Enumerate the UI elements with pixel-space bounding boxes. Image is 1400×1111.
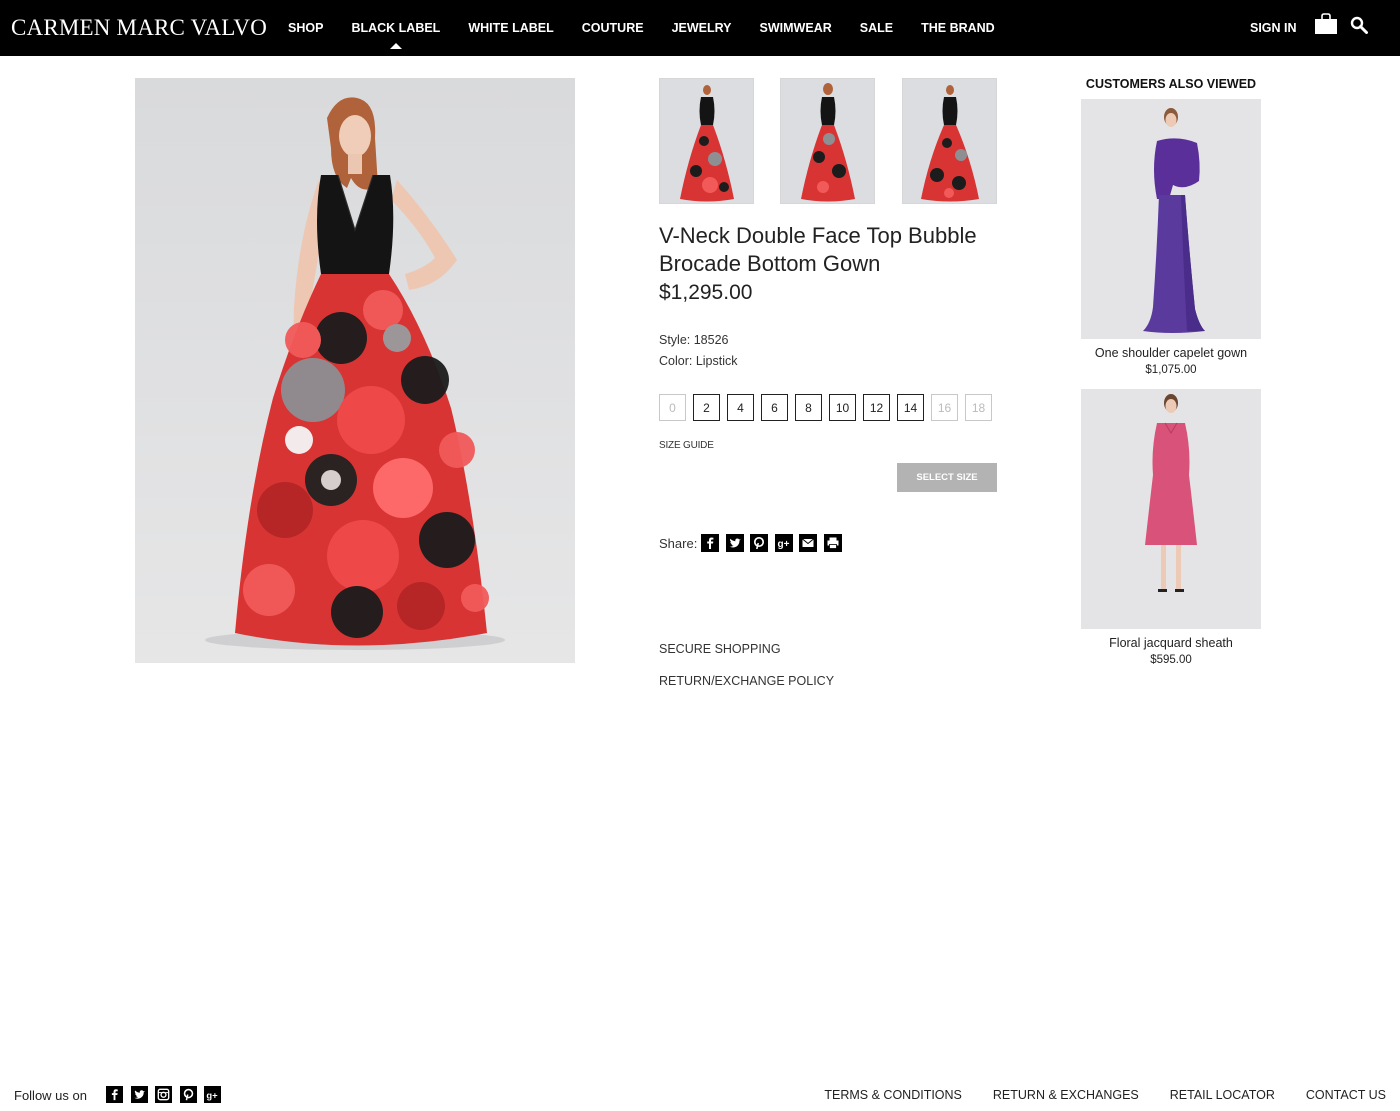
main-nav: SHOP BLACK LABEL WHITE LABEL COUTURE JEW… [288, 0, 1023, 56]
recommended-item-image-2[interactable] [1081, 389, 1261, 629]
size-option-8[interactable]: 8 [795, 394, 822, 421]
recommended-item-image-1[interactable] [1081, 99, 1261, 339]
email-icon[interactable] [799, 534, 817, 552]
search-icon[interactable] [1350, 16, 1368, 34]
product-title: V-Neck Double Face Top Bubble Brocade Bo… [659, 223, 977, 276]
gown-model-illustration [135, 78, 575, 663]
return-policy-link[interactable]: RETURN/EXCHANGE POLICY [659, 674, 834, 688]
thumbnail-side[interactable] [902, 78, 997, 204]
recommended-item-name-2[interactable]: Floral jacquard sheath [1061, 636, 1281, 650]
pinterest-icon[interactable] [179, 1086, 197, 1103]
recommended-item-price-2: $595.00 [1150, 654, 1192, 666]
size-option-18: 18 [965, 394, 992, 421]
product-color: Color: Lipstick [659, 354, 738, 368]
nav-black-label[interactable]: BLACK LABEL [351, 21, 440, 49]
print-icon[interactable] [823, 534, 842, 552]
size-option-4[interactable]: 4 [727, 394, 754, 421]
shopping-bag-icon[interactable] [1314, 13, 1338, 35]
size-guide-link[interactable]: SIZE GUIDE [659, 440, 714, 451]
nav-sale[interactable]: SALE [860, 21, 893, 35]
top-navigation-bar: CARMEN MARC VALVO SHOP BLACK LABEL WHITE… [0, 0, 1400, 56]
size-option-6[interactable]: 6 [761, 394, 788, 421]
size-option-10[interactable]: 10 [829, 394, 856, 421]
returns-exchanges-link[interactable]: RETURN & EXCHANGES [993, 1088, 1139, 1102]
also-viewed-heading: CUSTOMERS ALSO VIEWED [1085, 77, 1257, 91]
pink-sheath-illustration [1081, 389, 1261, 629]
google-plus-icon[interactable]: g+ [774, 534, 793, 552]
follow-us-label: Follow us on [14, 1088, 87, 1103]
facebook-icon[interactable] [106, 1086, 123, 1103]
svg-text:g+: g+ [777, 539, 789, 550]
nav-the-brand[interactable]: THE BRAND [921, 21, 995, 35]
sign-in-link[interactable]: SIGN IN [1250, 21, 1297, 35]
size-option-14[interactable]: 14 [897, 394, 924, 421]
pinterest-icon[interactable] [750, 534, 768, 552]
share-label: Share: [659, 536, 698, 551]
recommended-item-name-1[interactable]: One shoulder capelet gown [1061, 346, 1281, 360]
product-style-number: Style: 18526 [659, 333, 729, 347]
product-main-image[interactable] [135, 78, 575, 663]
select-size-button[interactable]: SELECT SIZE [897, 463, 997, 492]
retail-locator-link[interactable]: RETAIL LOCATOR [1170, 1088, 1275, 1102]
nav-couture[interactable]: COUTURE [582, 21, 644, 35]
terms-link[interactable]: TERMS & CONDITIONS [824, 1088, 962, 1102]
footer-social-icons: g+ [106, 1086, 229, 1103]
nav-white-label[interactable]: WHITE LABEL [468, 21, 553, 35]
size-option-2[interactable]: 2 [693, 394, 720, 421]
google-plus-icon[interactable]: g+ [204, 1086, 221, 1103]
nav-jewelry[interactable]: JEWELRY [672, 21, 732, 35]
twitter-icon[interactable] [130, 1086, 148, 1103]
facebook-icon[interactable] [701, 534, 719, 552]
nav-swimwear[interactable]: SWIMWEAR [760, 21, 832, 35]
svg-text:g+: g+ [206, 1090, 218, 1101]
thumbnail-back-image [781, 79, 874, 203]
size-selector: 0 2 4 6 8 10 12 14 16 18 [659, 394, 999, 421]
contact-us-link[interactable]: CONTACT US [1306, 1088, 1386, 1102]
thumbnail-back[interactable] [780, 78, 875, 204]
recommended-item-price-1: $1,075.00 [1145, 364, 1197, 376]
footer-links: TERMS & CONDITIONS RETURN & EXCHANGES RE… [793, 1088, 1386, 1102]
twitter-icon[interactable] [725, 534, 744, 552]
purple-gown-illustration [1081, 99, 1261, 339]
size-option-0: 0 [659, 394, 686, 421]
instagram-icon[interactable] [155, 1086, 172, 1103]
secure-shopping-link[interactable]: SECURE SHOPPING [659, 642, 781, 656]
size-option-16: 16 [931, 394, 958, 421]
size-option-12[interactable]: 12 [863, 394, 890, 421]
brand-logo[interactable]: CARMEN MARC VALVO [11, 15, 267, 41]
thumbnail-side-image [903, 79, 996, 203]
product-price: $1,295.00 [659, 281, 753, 304]
nav-shop[interactable]: SHOP [288, 21, 323, 35]
thumbnail-front[interactable] [659, 78, 754, 204]
share-icons: g+ [701, 534, 848, 552]
thumbnail-front-image [660, 79, 753, 203]
